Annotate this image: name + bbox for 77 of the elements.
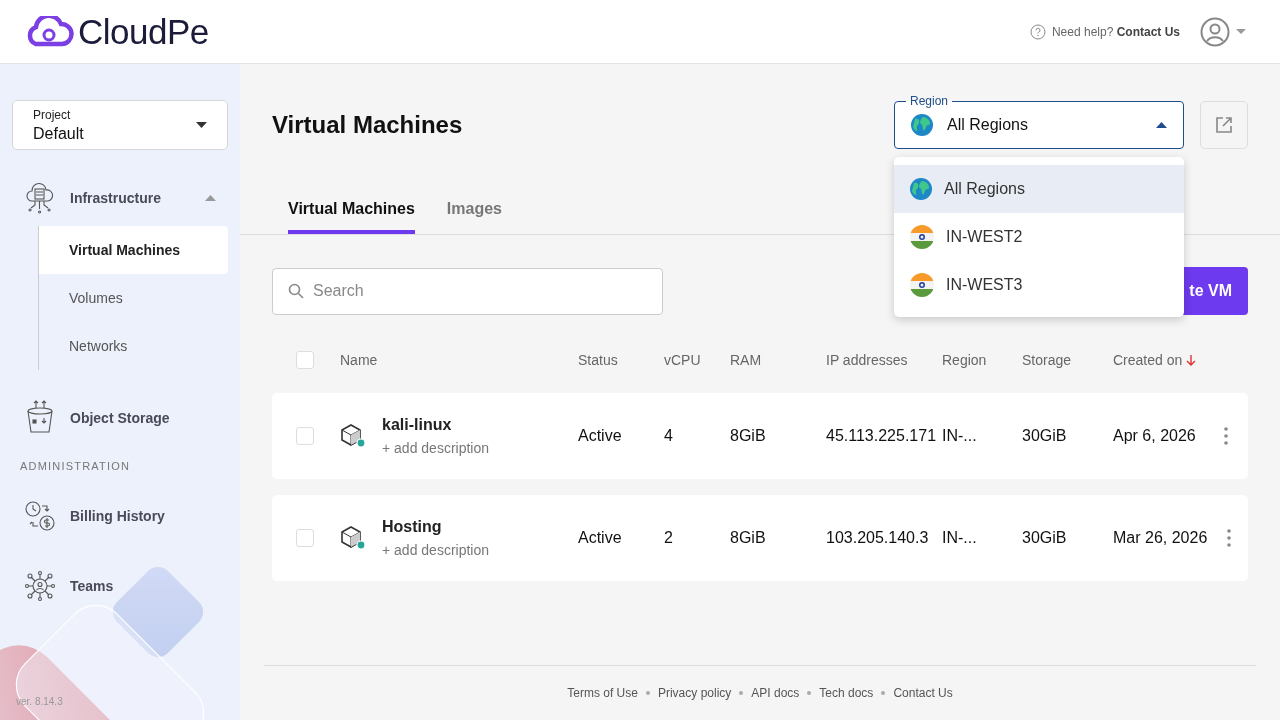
row-checkbox[interactable]	[296, 427, 314, 445]
nav-subitem[interactable]: Virtual Machines	[39, 226, 228, 274]
vm-row[interactable]: kali-linux + add description Active 4 8GiB 45.113.225.171 IN-... 30GiB Apr 6, 2026	[272, 393, 1248, 479]
date-cell-text: Apr 6, 2026	[1113, 427, 1197, 445]
flag-icon	[910, 273, 934, 297]
nav-subitem[interactable]: Networks	[39, 322, 228, 370]
column-header[interactable]: Name	[340, 352, 578, 368]
search-icon	[288, 282, 304, 299]
tab[interactable]: Images	[446, 190, 502, 234]
nav-item[interactable]: Object Storage	[12, 398, 228, 438]
nav-item[interactable]: Infrastructure	[12, 178, 228, 218]
section-heading: ADMINISTRATION	[20, 460, 132, 472]
vm-name[interactable]: Hosting	[382, 518, 490, 536]
ram-cell-text: 8GiB	[730, 427, 767, 445]
globe-icon	[910, 178, 932, 200]
globe-icon	[911, 114, 933, 136]
ip-cell-text: 45.113.225.171	[826, 427, 938, 445]
team-network-icon	[24, 570, 56, 602]
tab[interactable]: Virtual Machines	[288, 190, 415, 234]
flag-icon	[910, 225, 934, 249]
footer-link[interactable]: Terms of Use	[567, 686, 638, 700]
project-value: Default	[33, 124, 84, 143]
nav-subitem[interactable]: Volumes	[39, 274, 228, 322]
vcpu-cell-text: 2	[664, 529, 674, 547]
column-header[interactable]: Storage	[1022, 352, 1113, 368]
column-header[interactable]: Status	[578, 352, 664, 368]
region-option[interactable]: IN-WEST2	[894, 213, 1184, 261]
help-icon	[1029, 23, 1046, 40]
caret-icon	[1156, 122, 1167, 128]
vm-row[interactable]: Hosting + add description Active 2 8GiB 103.205.140.3 IN-... 30GiB Mar 26, 2026	[272, 495, 1248, 581]
column-header[interactable]: Region	[942, 352, 1022, 368]
bucket-icon	[24, 400, 56, 436]
vm-name[interactable]: kali-linux	[382, 416, 490, 434]
storage-cell-text: 30GiB	[1022, 529, 1068, 547]
region-option[interactable]: All Regions	[894, 165, 1184, 213]
vcpu-cell-text: 4	[664, 427, 674, 445]
project-select[interactable]: Project Default	[12, 100, 228, 150]
date-cell: Mar 26, 2026	[1113, 529, 1208, 547]
caret-icon	[205, 195, 216, 201]
footer-link[interactable]: Tech docs	[819, 686, 874, 700]
logo-text: CloudPe	[78, 11, 209, 52]
external-link-icon	[1215, 116, 1233, 134]
ram-cell-text: 8GiB	[730, 529, 767, 547]
status-cell-text: Active	[578, 427, 623, 445]
contact-link[interactable]: Contact Us	[1116, 24, 1180, 39]
region-cell-text: IN-...	[942, 529, 978, 547]
column-header[interactable]: RAM	[730, 352, 826, 368]
add-description-link[interactable]: + add description	[382, 440, 490, 456]
column-header[interactable]: vCPU	[664, 352, 730, 368]
project-label: Project	[33, 107, 72, 122]
version-text: ver. 8.14.3	[16, 696, 63, 707]
page-title: Virtual Machines	[272, 111, 463, 139]
status-cell-text: Active	[578, 529, 623, 547]
column-header[interactable]: Created on	[1113, 352, 1204, 368]
footer-link[interactable]: Privacy policy	[657, 686, 732, 700]
user-avatar-icon[interactable]	[1200, 16, 1230, 47]
billing-icon	[24, 500, 56, 532]
column-header[interactable]: IP addresses	[826, 352, 942, 368]
storage-cell-text: 30GiB	[1022, 427, 1068, 445]
export-button[interactable]	[1200, 101, 1248, 149]
caret-icon	[196, 122, 207, 128]
nav-item[interactable]: Billing History	[12, 496, 228, 536]
nav-item[interactable]: Teams	[12, 566, 228, 606]
help-text: Need help? Contact Us	[1051, 24, 1180, 39]
select-all-checkbox[interactable]	[296, 351, 314, 369]
row-checkbox[interactable]	[296, 529, 314, 547]
more-options-icon[interactable]	[1224, 427, 1228, 445]
caret-icon[interactable]	[1236, 28, 1246, 35]
search-field[interactable]: Search	[272, 267, 663, 315]
add-description-link[interactable]: + add description	[382, 542, 490, 558]
footer-link[interactable]: API docs	[751, 686, 800, 700]
region-label: Region	[906, 94, 953, 108]
cloud-server-icon	[24, 182, 56, 214]
more-options-icon[interactable]	[1227, 529, 1232, 547]
region-cell-text: IN-...	[942, 427, 978, 445]
ip-cell-text: 103.205.140.3	[826, 529, 930, 547]
footer-link[interactable]: Contact Us	[893, 686, 953, 700]
